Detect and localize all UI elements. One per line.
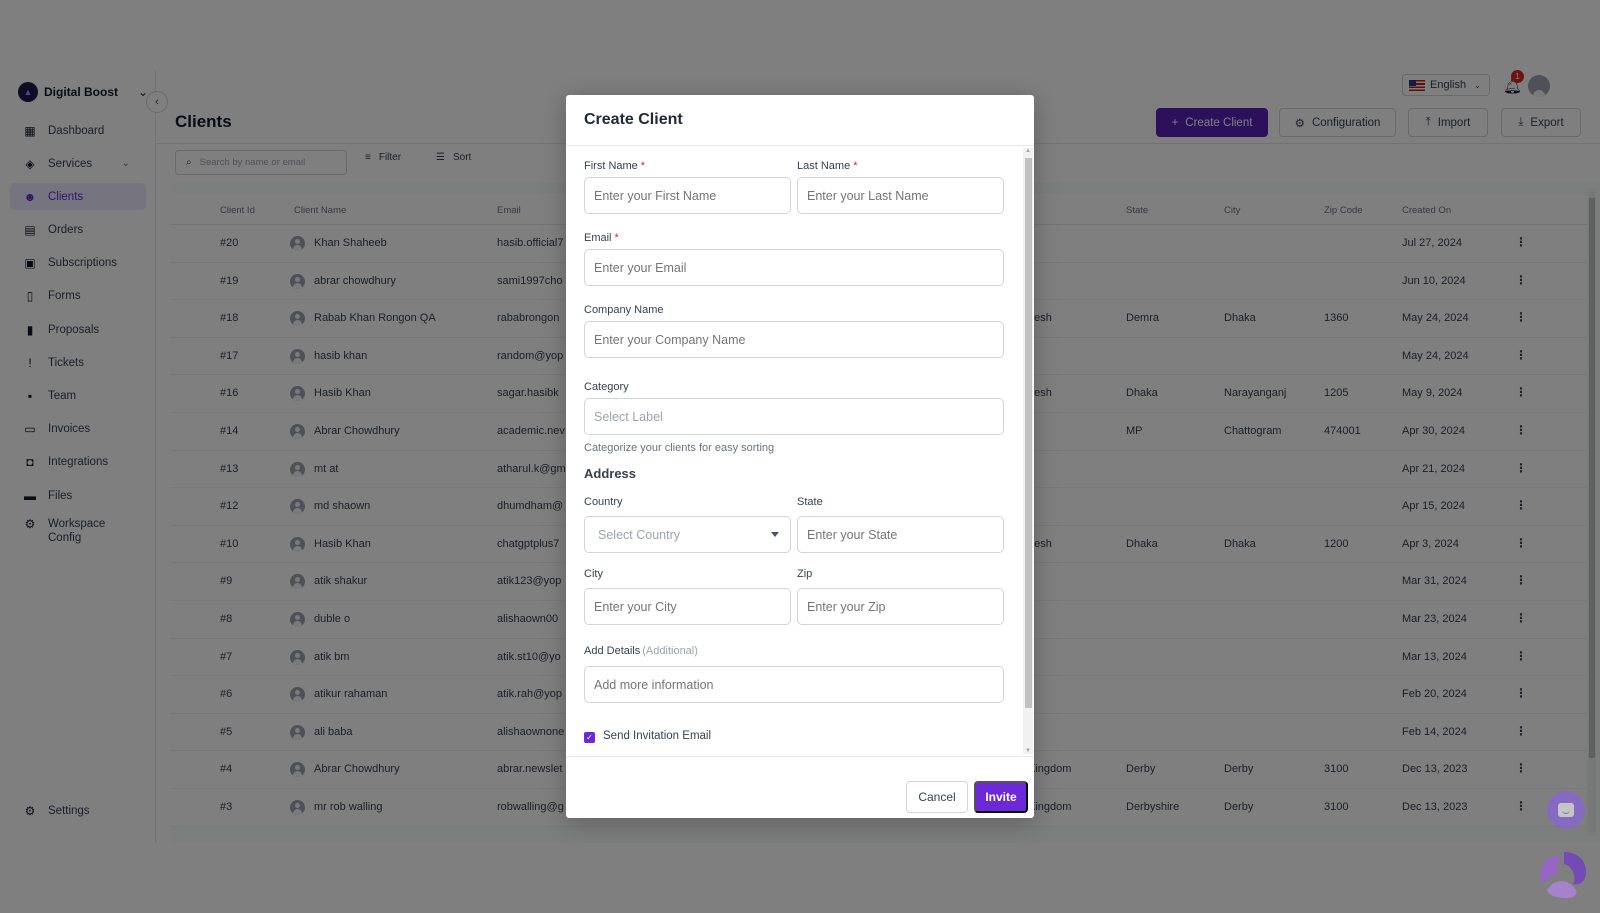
send-invitation-checkbox[interactable]: ✓ (584, 732, 595, 743)
email-label: Email * (584, 232, 619, 244)
state-label: State (797, 496, 823, 508)
chat-icon (1558, 803, 1574, 817)
last-name-label: Last Name * (797, 160, 858, 172)
state-input[interactable] (797, 516, 1004, 553)
check-icon: ✓ (586, 733, 593, 742)
modal-scrollbar[interactable]: ▲ ▼ (1023, 148, 1033, 754)
cancel-button[interactable]: Cancel (906, 781, 968, 813)
category-select[interactable]: Select Label (584, 398, 1004, 435)
category-label: Category (584, 381, 629, 393)
caret-down-icon (771, 532, 779, 537)
zip-label: Zip (797, 568, 813, 580)
brand-logo-icon[interactable] (1537, 848, 1591, 902)
details-label: Add Details (Additional) (584, 645, 698, 657)
details-input[interactable] (584, 666, 1004, 703)
first-name-input[interactable] (584, 177, 791, 214)
chat-support-button[interactable] (1547, 791, 1585, 829)
modal-footer-divider (566, 756, 1034, 757)
last-name-input[interactable] (797, 177, 1004, 214)
company-name-label: Company Name (584, 304, 664, 316)
scroll-up-icon[interactable]: ▲ (1025, 148, 1031, 154)
category-placeholder: Select Label (594, 409, 663, 424)
create-client-modal: Create Client First Name* Last Name* Ema… (566, 95, 1034, 818)
country-placeholder: Select Country (598, 527, 680, 542)
email-input[interactable] (584, 249, 1004, 286)
country-label: Country (584, 496, 623, 508)
company-name-input[interactable] (584, 321, 1004, 358)
first-name-label: First Name * (584, 160, 646, 172)
send-invitation-label[interactable]: Send Invitation Email (603, 730, 711, 742)
scroll-down-icon[interactable]: ▼ (1025, 748, 1031, 754)
modal-scrollbar-thumb[interactable] (1025, 158, 1032, 708)
zip-input[interactable] (797, 588, 1004, 625)
city-label: City (584, 568, 603, 580)
category-helper-text: Categorize your clients for easy sorting (584, 442, 775, 454)
address-heading: Address (584, 466, 637, 481)
modal-title: Create Client (584, 111, 683, 128)
city-input[interactable] (584, 588, 791, 625)
invite-button[interactable]: Invite (974, 781, 1028, 813)
country-select[interactable]: Select Country (584, 516, 791, 553)
modal-body: First Name* Last Name* Email* Company Na… (566, 146, 1034, 756)
